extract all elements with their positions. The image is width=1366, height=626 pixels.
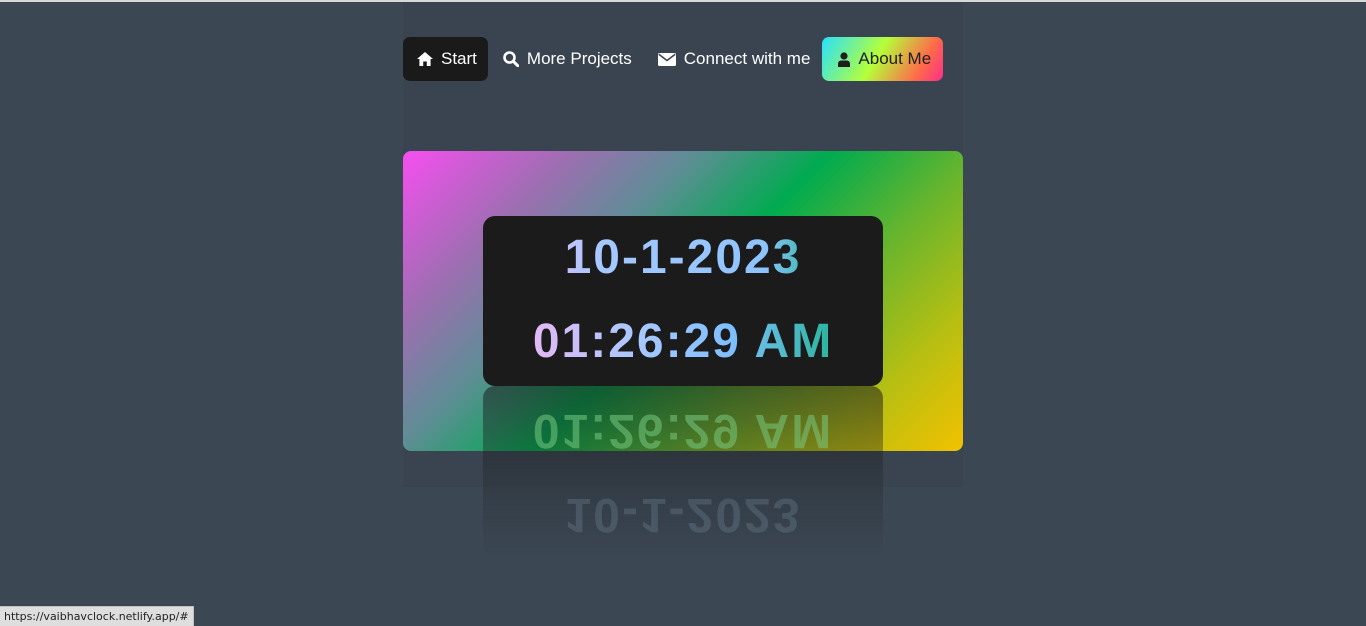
clock-display: 10-1-2023 01:26:29 AM bbox=[483, 216, 883, 386]
status-bar-url: https://vaibhavclock.netlify.app/# bbox=[0, 606, 194, 626]
search-icon bbox=[503, 51, 519, 67]
clock-reflection: 10-1-2023 01:26:29 AM bbox=[483, 386, 883, 556]
nav-more-projects-link[interactable]: More Projects bbox=[488, 37, 644, 81]
home-icon bbox=[417, 51, 433, 67]
nav-start-link[interactable]: Start bbox=[403, 37, 488, 81]
main-nav: Start More Projects Connect with me Abou… bbox=[403, 37, 944, 81]
nav-connect-link[interactable]: Connect with me bbox=[644, 37, 823, 81]
reflection-date: 10-1-2023 bbox=[564, 488, 802, 541]
reflection-time: 01:26:29 AM bbox=[532, 404, 834, 457]
nav-connect-label: Connect with me bbox=[683, 49, 811, 68]
clock-time: 01:26:29 AM bbox=[483, 314, 883, 370]
user-icon bbox=[838, 51, 851, 67]
envelope-icon bbox=[657, 51, 676, 67]
nav-more-projects-label: More Projects bbox=[526, 49, 632, 68]
clock-date: 10-1-2023 bbox=[483, 230, 883, 286]
nav-about-me-button[interactable]: About Me bbox=[822, 37, 944, 81]
nav-start-label: Start bbox=[441, 49, 477, 68]
nav-about-me-label: About Me bbox=[858, 49, 932, 68]
